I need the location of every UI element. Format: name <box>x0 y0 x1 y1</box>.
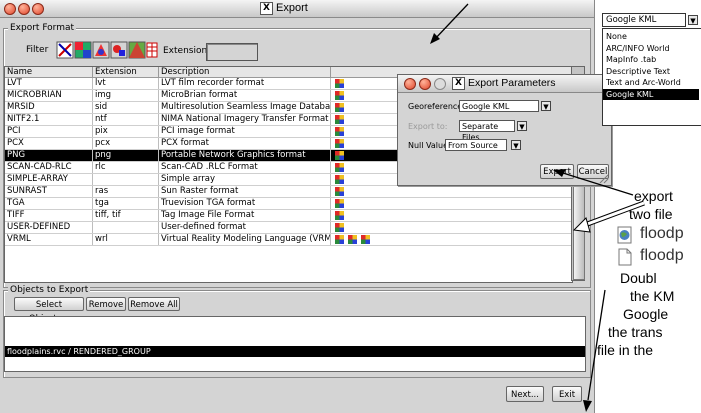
globe-file-icon <box>617 226 632 244</box>
annotation-line-2: two file <box>629 206 673 222</box>
kml-file-icon <box>617 226 633 244</box>
annotation-line-7: file in the <box>597 342 654 358</box>
annotation-arrows <box>430 3 645 412</box>
file-name-1: floodp <box>640 225 684 242</box>
annotation-line-1: export <box>634 188 673 204</box>
annotation-line-6: the trans <box>608 324 663 340</box>
document-icon <box>618 248 632 266</box>
arrow-export <box>553 169 634 196</box>
arrow-top <box>430 3 469 44</box>
annotation-line-3: Doubl <box>620 270 657 286</box>
file-name-2: floodp <box>640 247 684 264</box>
annotation-line-5: Google <box>623 306 669 322</box>
annotation-line-4: the KM <box>630 288 675 304</box>
blank-file-icon <box>617 248 633 266</box>
